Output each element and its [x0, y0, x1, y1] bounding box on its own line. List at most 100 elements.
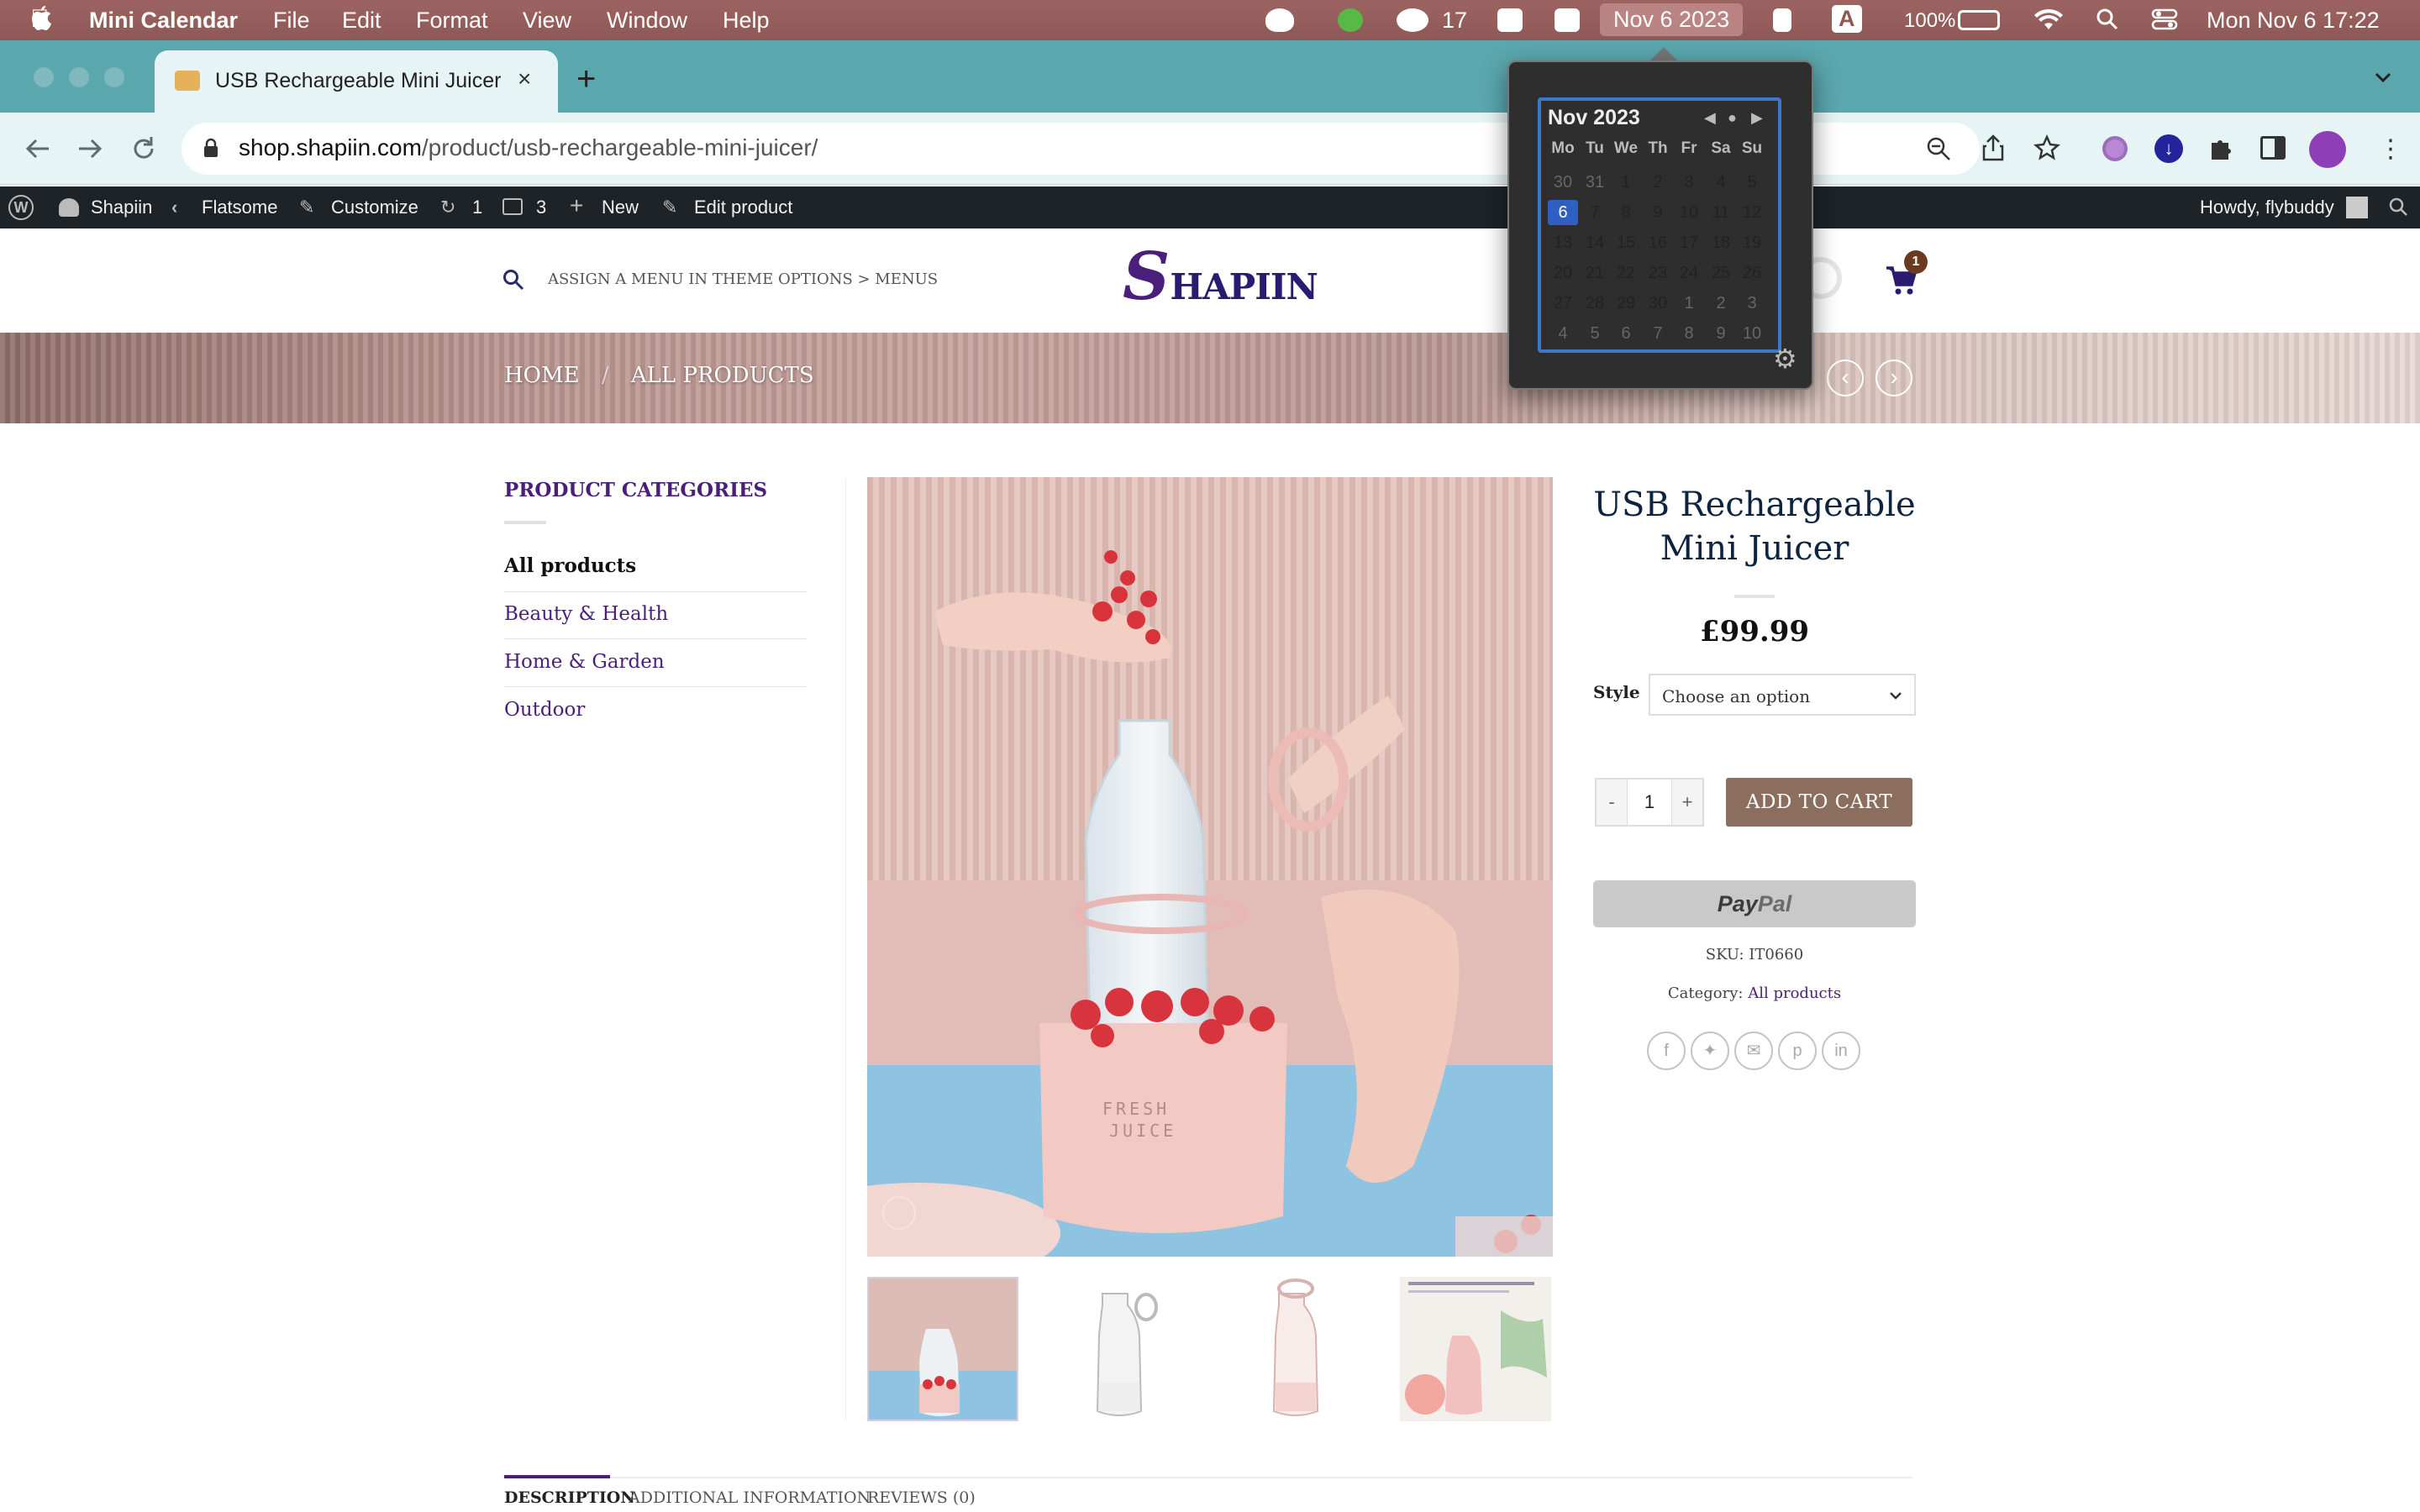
side-panel-icon[interactable]: [2260, 136, 2286, 160]
admin-search-icon[interactable]: [2388, 197, 2408, 222]
tab-reviews[interactable]: REVIEWS (0): [867, 1488, 976, 1507]
admin-comments-count[interactable]: 3: [536, 197, 546, 218]
calendar-day[interactable]: 16: [1643, 230, 1673, 255]
checkmark-icon[interactable]: [1555, 8, 1580, 32]
extension-purple-icon[interactable]: [2102, 136, 2128, 161]
product-thumbnail-4[interactable]: [1400, 1277, 1551, 1421]
input-source-indicator[interactable]: A: [1832, 5, 1862, 33]
calendar-day[interactable]: 10: [1674, 200, 1704, 225]
add-to-cart-button[interactable]: ADD TO CART: [1726, 778, 1912, 827]
calendar-day[interactable]: 7: [1580, 200, 1610, 225]
email-share-icon[interactable]: ✉: [1734, 1032, 1773, 1070]
window-close-button[interactable]: [34, 67, 54, 87]
calendar-day[interactable]: 2: [1643, 170, 1673, 195]
new-tab-button[interactable]: +: [576, 60, 596, 98]
calendar-day[interactable]: 5: [1580, 321, 1610, 346]
lock-icon[interactable]: [203, 138, 218, 157]
tab-additional-information[interactable]: ADDITIONAL INFORMATION: [629, 1488, 871, 1507]
site-logo[interactable]: SHAPIIN: [1123, 239, 1318, 315]
tab-search-chevron-icon[interactable]: [2373, 67, 2393, 92]
calendar-prev-icon[interactable]: ◀: [1704, 109, 1716, 127]
twitter-share-icon[interactable]: ✦: [1691, 1032, 1729, 1070]
forward-arrow-icon[interactable]: [76, 134, 104, 167]
sidebar-item-home-garden[interactable]: Home & Garden: [504, 651, 665, 673]
calendar-day[interactable]: 3: [1674, 170, 1704, 195]
calendar-day[interactable]: 23: [1643, 260, 1673, 286]
spotlight-search-icon[interactable]: [2096, 8, 2119, 37]
calendar-day[interactable]: 29: [1611, 291, 1641, 316]
calendar-day[interactable]: 15: [1611, 230, 1641, 255]
sidebar-item-all-products[interactable]: All products: [504, 554, 636, 577]
calendar-day[interactable]: 10: [1737, 321, 1767, 346]
extensions-puzzle-icon[interactable]: [2208, 134, 2235, 165]
tab-close-icon[interactable]: ×: [518, 66, 531, 92]
zoom-lens-icon[interactable]: [882, 1196, 916, 1230]
battery-icon[interactable]: [1958, 10, 2000, 30]
calendar-day[interactable]: 30: [1643, 291, 1673, 316]
menu-view[interactable]: View: [523, 8, 571, 34]
menu-help[interactable]: Help: [723, 8, 770, 34]
calendar-day[interactable]: 28: [1580, 291, 1610, 316]
calendar-day-today[interactable]: 6: [1548, 200, 1578, 225]
calendar-day[interactable]: 26: [1737, 260, 1767, 286]
calendar-next-icon[interactable]: ▶: [1751, 109, 1763, 127]
admin-updates-count[interactable]: 1: [472, 197, 482, 218]
cow-status-icon[interactable]: [1265, 8, 1294, 32]
quantity-stepper[interactable]: - 1 +: [1595, 778, 1704, 827]
site-search-icon[interactable]: [502, 269, 524, 295]
reload-icon[interactable]: [129, 134, 158, 167]
calendar-day[interactable]: 4: [1548, 321, 1578, 346]
contact-card-icon[interactable]: [1773, 8, 1791, 32]
calendar-day[interactable]: 31: [1580, 170, 1610, 195]
calendar-day[interactable]: 8: [1611, 200, 1641, 225]
tab-description[interactable]: DESCRIPTION: [504, 1488, 635, 1507]
window-zoom-button[interactable]: [104, 67, 124, 87]
calendar-day[interactable]: 19: [1737, 230, 1767, 255]
calendar-day[interactable]: 8: [1674, 321, 1704, 346]
menu-window[interactable]: Window: [607, 8, 687, 34]
qty-minus-button[interactable]: -: [1597, 780, 1627, 825]
calendar-day[interactable]: 12: [1737, 200, 1767, 225]
zoom-out-icon[interactable]: [1926, 136, 1951, 165]
calendar-day[interactable]: 1: [1674, 291, 1704, 316]
calendar-day[interactable]: 6: [1611, 321, 1641, 346]
style-select[interactable]: Choose an option: [1649, 674, 1916, 716]
wordpress-logo-icon[interactable]: W: [8, 195, 34, 220]
calendar-day[interactable]: 20: [1548, 260, 1578, 286]
menu-file[interactable]: File: [273, 8, 310, 34]
wifi-icon[interactable]: [2033, 8, 2064, 37]
calendar-day[interactable]: 24: [1674, 260, 1704, 286]
wechat-icon[interactable]: [1397, 8, 1428, 32]
product-main-image[interactable]: FRESH JUICE: [867, 477, 1553, 1257]
share-icon[interactable]: [1981, 134, 2005, 165]
calendar-day[interactable]: 30: [1548, 170, 1578, 195]
calendar-day[interactable]: 9: [1643, 200, 1673, 225]
profile-avatar[interactable]: [2309, 131, 2346, 168]
breadcrumb-home[interactable]: HOME: [504, 363, 580, 388]
next-product-arrow-icon[interactable]: ›: [1876, 360, 1912, 396]
calendar-day[interactable]: 2: [1706, 291, 1736, 316]
dropbox-icon[interactable]: [1497, 8, 1523, 32]
calendar-day[interactable]: 9: [1706, 321, 1736, 346]
calendar-date-menu[interactable]: Nov 6 2023: [1600, 3, 1744, 36]
calendar-day[interactable]: 27: [1548, 291, 1578, 316]
chrome-menu-icon[interactable]: ⋮: [2378, 134, 2403, 164]
calendar-day[interactable]: 4: [1706, 170, 1736, 195]
admin-howdy-user[interactable]: Howdy, flybuddy: [2200, 197, 2334, 218]
facebook-share-icon[interactable]: f: [1647, 1032, 1686, 1070]
admin-site-link[interactable]: Shapiin: [91, 197, 152, 218]
download-extension-icon[interactable]: ↓: [2154, 134, 2183, 163]
calendar-day[interactable]: 14: [1580, 230, 1610, 255]
paypal-button[interactable]: PayPal: [1593, 880, 1916, 927]
product-thumbnail-3[interactable]: [1220, 1277, 1371, 1421]
back-arrow-icon[interactable]: [24, 134, 52, 167]
calendar-day[interactable]: 5: [1737, 170, 1767, 195]
calendar-settings-gear-icon[interactable]: ⚙: [1773, 343, 1797, 375]
prev-product-arrow-icon[interactable]: ‹: [1827, 360, 1864, 396]
browser-tab-active[interactable]: USB Rechargeable Mini Juicer ×: [155, 50, 558, 113]
calendar-day[interactable]: 1: [1611, 170, 1641, 195]
qty-input[interactable]: 1: [1627, 780, 1672, 825]
admin-new-link[interactable]: New: [602, 197, 639, 218]
calendar-day[interactable]: 22: [1611, 260, 1641, 286]
qty-plus-button[interactable]: +: [1672, 780, 1702, 825]
